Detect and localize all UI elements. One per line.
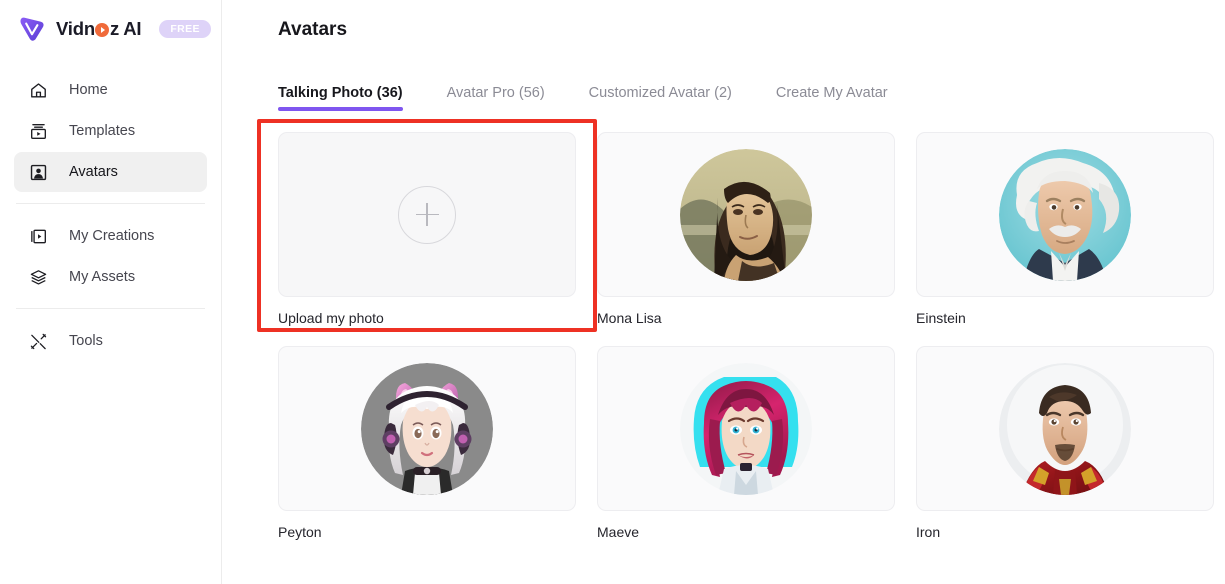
sidebar-item-avatars[interactable]: Avatars <box>14 152 207 192</box>
plus-circle-icon[interactable] <box>398 185 456 244</box>
avatar-category-tabs: Talking Photo (36) Avatar Pro (56) Custo… <box>278 81 1225 111</box>
sidebar-item-label: Templates <box>69 123 136 139</box>
avatar-person-icon <box>28 162 49 183</box>
layers-stack-icon <box>28 267 49 288</box>
avatar-card-peyton[interactable]: Peyton <box>278 346 576 540</box>
sidebar-item-templates[interactable]: Templates <box>14 111 207 151</box>
nav-group-library: My Creations My Assets <box>0 204 221 308</box>
avatar <box>680 148 812 281</box>
avatar <box>999 148 1131 281</box>
tab-create-my-avatar[interactable]: Create My Avatar <box>776 85 888 111</box>
avatar-thumbnail[interactable] <box>278 346 576 511</box>
vidnoz-v-logo-icon <box>17 14 47 44</box>
card-label: Maeve <box>597 524 640 540</box>
card-label: Mona Lisa <box>597 310 662 326</box>
brand-name-part2: z AI <box>109 18 142 39</box>
avatar-card-mona-lisa[interactable]: Mona Lisa <box>597 132 895 326</box>
avatar <box>361 362 493 495</box>
brand-logo-o-icon <box>95 23 110 37</box>
avatar-card-maeve[interactable]: Maeve <box>597 346 895 540</box>
upload-photo-dropzone[interactable] <box>278 132 576 297</box>
brand-name: Vidn z AI <box>56 18 142 40</box>
sidebar: Vidn z AI FREE Home Templates Avatars My… <box>0 0 222 584</box>
main-content: Avatars Talking Photo (36) Avatar Pro (5… <box>222 0 1225 584</box>
sidebar-item-my-assets[interactable]: My Assets <box>14 257 207 297</box>
sidebar-item-label: Avatars <box>69 164 118 180</box>
nav-group-tools: Tools <box>0 309 221 372</box>
sidebar-item-label: My Assets <box>69 269 136 285</box>
avatar-grid: Upload my photo Mona Lisa Einstein Peyto… <box>257 119 1225 540</box>
page-title: Avatars <box>278 19 348 40</box>
avatar-thumbnail[interactable] <box>597 346 895 511</box>
card-label: Einstein <box>916 310 966 326</box>
card-label: Iron <box>916 524 941 540</box>
tab-customized-avatar[interactable]: Customized Avatar (2) <box>589 85 732 111</box>
avatar-thumbnail[interactable] <box>597 132 895 297</box>
avatar-thumbnail[interactable] <box>916 346 1214 511</box>
tab-avatar-pro[interactable]: Avatar Pro (56) <box>447 85 545 111</box>
card-label: Peyton <box>278 524 322 540</box>
upload-photo-card[interactable]: Upload my photo <box>257 119 597 332</box>
avatar-card-iron[interactable]: Iron <box>916 346 1214 540</box>
tab-talking-photo[interactable]: Talking Photo (36) <box>278 85 403 111</box>
avatar <box>999 362 1131 495</box>
avatar-card-einstein[interactable]: Einstein <box>916 132 1214 326</box>
sidebar-item-label: Tools <box>69 333 103 349</box>
sidebar-item-label: My Creations <box>69 228 155 244</box>
brand-name-part1: Vidn <box>56 18 95 39</box>
app-root: Vidn z AI FREE Home Templates Avatars My… <box>0 0 1225 584</box>
avatar <box>680 362 812 495</box>
avatar-thumbnail[interactable] <box>916 132 1214 297</box>
card-label: Upload my photo <box>278 310 384 326</box>
video-play-icon <box>28 226 49 247</box>
sidebar-item-home[interactable]: Home <box>14 70 207 110</box>
sidebar-item-my-creations[interactable]: My Creations <box>14 216 207 256</box>
sidebar-item-tools[interactable]: Tools <box>14 321 207 361</box>
plan-badge-free: FREE <box>159 20 211 38</box>
templates-icon <box>28 121 49 142</box>
sidebar-item-label: Home <box>69 82 108 98</box>
brand-header[interactable]: Vidn z AI FREE <box>0 0 221 58</box>
wrench-tools-icon <box>28 331 49 352</box>
home-icon <box>28 80 49 101</box>
nav-group-primary: Home Templates Avatars <box>0 58 221 203</box>
